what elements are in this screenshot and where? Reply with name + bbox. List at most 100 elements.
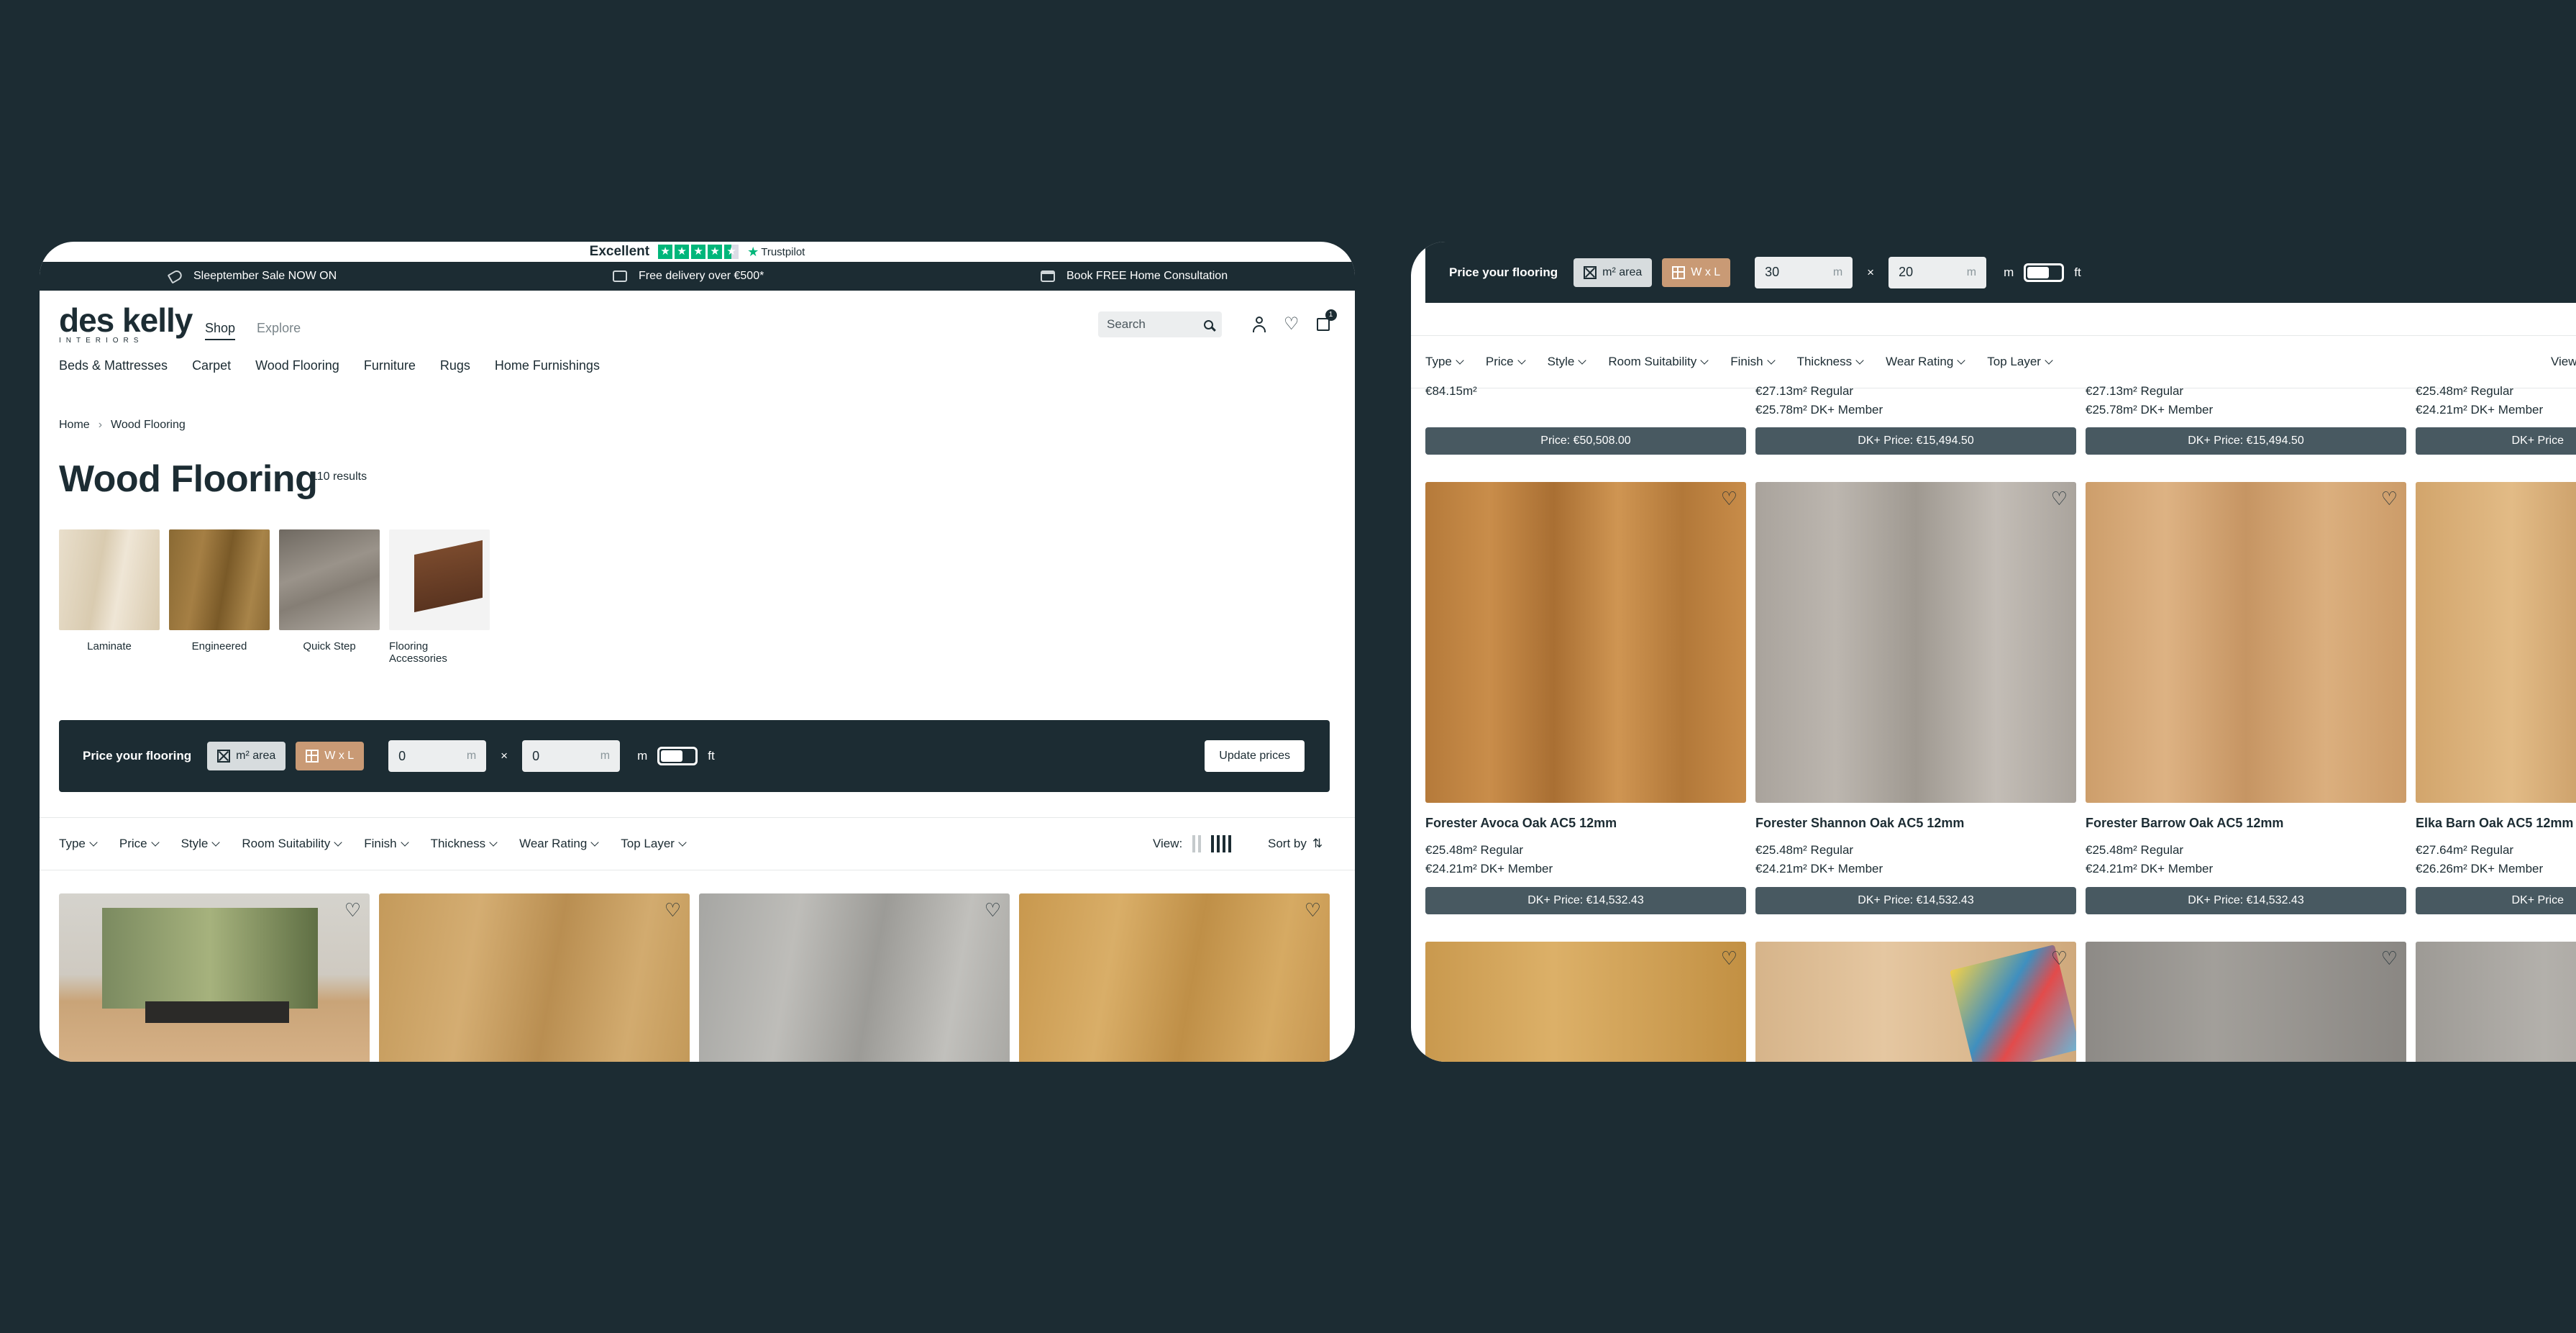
product-card-image[interactable]: ♡ bbox=[59, 893, 370, 1062]
product-image[interactable] bbox=[2416, 942, 2576, 1062]
product-image[interactable] bbox=[2416, 482, 2576, 803]
wishlist-heart-icon[interactable]: ♡ bbox=[2381, 489, 2398, 508]
price-button[interactable]: Price: €50,508.00 bbox=[1425, 427, 1746, 455]
tab-shop[interactable]: Shop bbox=[205, 321, 236, 340]
length-input[interactable]: 20 m bbox=[1888, 256, 1987, 288]
product-image[interactable]: ♡ bbox=[1425, 942, 1746, 1062]
filter-type[interactable]: Type bbox=[59, 837, 98, 851]
nav-rugs[interactable]: Rugs bbox=[440, 358, 470, 373]
breadcrumb-home[interactable]: Home bbox=[59, 419, 90, 432]
product-title[interactable]: Elka Barn Oak AC5 12mm bbox=[2416, 816, 2573, 831]
product-card-image[interactable]: ♡ bbox=[699, 893, 1010, 1062]
promo-bar: Sleeptember Sale NOW ON Free delivery ov… bbox=[40, 262, 1355, 291]
subcategory-laminate[interactable]: Laminate bbox=[59, 529, 160, 665]
filter-top-layer[interactable]: Top Layer bbox=[621, 837, 687, 851]
nav-beds-mattresses[interactable]: Beds & Mattresses bbox=[59, 358, 168, 373]
product-image[interactable]: ♡ bbox=[2086, 482, 2406, 803]
chevron-down-icon bbox=[400, 837, 409, 847]
filter-room-suitability[interactable]: Room Suitability bbox=[1608, 355, 1709, 369]
promo-delivery[interactable]: Free delivery over €500* bbox=[613, 262, 764, 291]
product-image[interactable]: ♡ bbox=[1425, 482, 1746, 803]
nav-wood-flooring[interactable]: Wood Flooring bbox=[255, 358, 339, 373]
filter-style[interactable]: Style bbox=[1548, 355, 1587, 369]
zoomed-product-grid-frame: Price your flooring m² area W x L 30 m × … bbox=[1411, 242, 2576, 1062]
view-4col-button[interactable] bbox=[1211, 835, 1232, 852]
filter-thickness[interactable]: Thickness bbox=[431, 837, 498, 851]
filter-finish[interactable]: Finish bbox=[1730, 355, 1776, 369]
filter-wear-rating[interactable]: Wear Rating bbox=[519, 837, 599, 851]
search-icon[interactable] bbox=[1204, 319, 1213, 329]
cart-icon[interactable]: 1 bbox=[1316, 309, 1337, 331]
unit-feet-label: ft bbox=[708, 749, 715, 763]
filter-room-suitability[interactable]: Room Suitability bbox=[242, 837, 342, 851]
subcategory-tiles: Laminate Engineered Quick Step Flooring … bbox=[59, 529, 490, 665]
wishlist-heart-icon[interactable]: ♡ bbox=[1305, 901, 1321, 919]
brand-logo[interactable]: des kelly INTERIORS bbox=[59, 304, 193, 345]
chevron-down-icon bbox=[150, 837, 160, 847]
wishlist-heart-icon[interactable]: ♡ bbox=[664, 901, 681, 919]
dk-price-button[interactable]: DK+ Price: €14,532.43 bbox=[1755, 887, 2076, 914]
length-value: 0 bbox=[532, 748, 540, 763]
wishlist-icon[interactable]: ♡ bbox=[1284, 316, 1300, 333]
account-icon[interactable] bbox=[1252, 317, 1266, 332]
product-image[interactable]: ♡ bbox=[1755, 942, 2076, 1062]
filter-style[interactable]: Style bbox=[181, 837, 221, 851]
subcategory-quick-step[interactable]: Quick Step bbox=[279, 529, 380, 665]
product-title[interactable]: Forester Shannon Oak AC5 12mm bbox=[1755, 816, 1964, 831]
wxl-mode-button[interactable]: W x L bbox=[296, 742, 365, 770]
filter-bar: Type Price Style Room Suitability Finish… bbox=[40, 817, 1355, 870]
width-input[interactable]: 0m bbox=[388, 740, 487, 772]
wishlist-heart-icon[interactable]: ♡ bbox=[1721, 489, 1737, 508]
product-card-image[interactable]: ♡ bbox=[1019, 893, 1330, 1062]
dk-price-button[interactable]: DK+ Price: €14,532.43 bbox=[2086, 887, 2406, 914]
wxl-mode-button[interactable]: W x L bbox=[1662, 258, 1731, 287]
product-image[interactable]: ♡ bbox=[2086, 942, 2406, 1062]
unit-toggle[interactable] bbox=[657, 747, 698, 765]
wishlist-heart-icon[interactable]: ♡ bbox=[2051, 489, 2068, 508]
product-card-image[interactable]: ♡ bbox=[379, 893, 690, 1062]
promo-sale[interactable]: Sleeptember Sale NOW ON bbox=[167, 262, 337, 291]
search-input[interactable]: Search bbox=[1098, 311, 1222, 337]
product-title[interactable]: Forester Barrow Oak AC5 12mm bbox=[2086, 816, 2283, 831]
sort-by-button[interactable]: Sort by ⇅ bbox=[1268, 837, 1323, 851]
filter-type[interactable]: Type bbox=[1425, 355, 1464, 369]
area-mode-button[interactable]: m² area bbox=[207, 742, 286, 770]
wishlist-heart-icon[interactable]: ♡ bbox=[2051, 949, 2068, 968]
update-prices-button[interactable]: Update prices bbox=[1205, 740, 1305, 772]
tab-explore[interactable]: Explore bbox=[257, 321, 301, 340]
dk-price-button[interactable]: DK+ Price bbox=[2416, 887, 2576, 914]
trustpilot-bar[interactable]: Excellent ★ ★ ★ ★ ★ ★ Trustpilot bbox=[40, 242, 1355, 262]
dk-price-button[interactable]: DK+ Price: €14,532.43 bbox=[1425, 887, 1746, 914]
filter-price[interactable]: Price bbox=[1486, 355, 1526, 369]
width-input[interactable]: 30 m bbox=[1755, 256, 1853, 288]
area-mode-button[interactable]: m² area bbox=[1574, 258, 1653, 287]
promo-consultation[interactable]: Book FREE Home Consultation bbox=[1041, 262, 1228, 291]
length-input[interactable]: 0m bbox=[522, 740, 621, 772]
wishlist-heart-icon[interactable]: ♡ bbox=[1721, 949, 1737, 968]
product-image[interactable]: ♡ bbox=[1755, 482, 2076, 803]
wishlist-heart-icon[interactable]: ♡ bbox=[344, 901, 361, 919]
price-bar-title: Price your flooring bbox=[83, 749, 192, 763]
filter-thickness[interactable]: Thickness bbox=[1797, 355, 1864, 369]
subcategory-flooring-accessories[interactable]: Flooring Accessories bbox=[389, 529, 490, 665]
chevron-down-icon bbox=[489, 837, 498, 847]
wishlist-heart-icon[interactable]: ♡ bbox=[985, 901, 1001, 919]
subcategory-label: Quick Step bbox=[303, 640, 356, 652]
filter-wear-rating[interactable]: Wear Rating bbox=[1886, 355, 1965, 369]
trustpilot-star-icon: ★ bbox=[747, 244, 759, 259]
unit-toggle[interactable] bbox=[2024, 263, 2065, 282]
nav-furniture[interactable]: Furniture bbox=[364, 358, 416, 373]
regular-price: €27.64m² Regular bbox=[2416, 843, 2514, 857]
nav-carpet[interactable]: Carpet bbox=[192, 358, 231, 373]
dk-price-button[interactable]: DK+ Price bbox=[2416, 427, 2576, 455]
filter-finish[interactable]: Finish bbox=[364, 837, 409, 851]
dk-price-button[interactable]: DK+ Price: €15,494.50 bbox=[2086, 427, 2406, 455]
product-title[interactable]: Forester Avoca Oak AC5 12mm bbox=[1425, 816, 1617, 831]
nav-home-furnishings[interactable]: Home Furnishings bbox=[495, 358, 600, 373]
wishlist-heart-icon[interactable]: ♡ bbox=[2381, 949, 2398, 968]
view-2col-button[interactable] bbox=[1192, 835, 1202, 852]
dk-price-button[interactable]: DK+ Price: €15,494.50 bbox=[1755, 427, 2076, 455]
subcategory-engineered[interactable]: Engineered bbox=[169, 529, 270, 665]
filter-price[interactable]: Price bbox=[119, 837, 160, 851]
filter-top-layer[interactable]: Top Layer bbox=[1987, 355, 2053, 369]
